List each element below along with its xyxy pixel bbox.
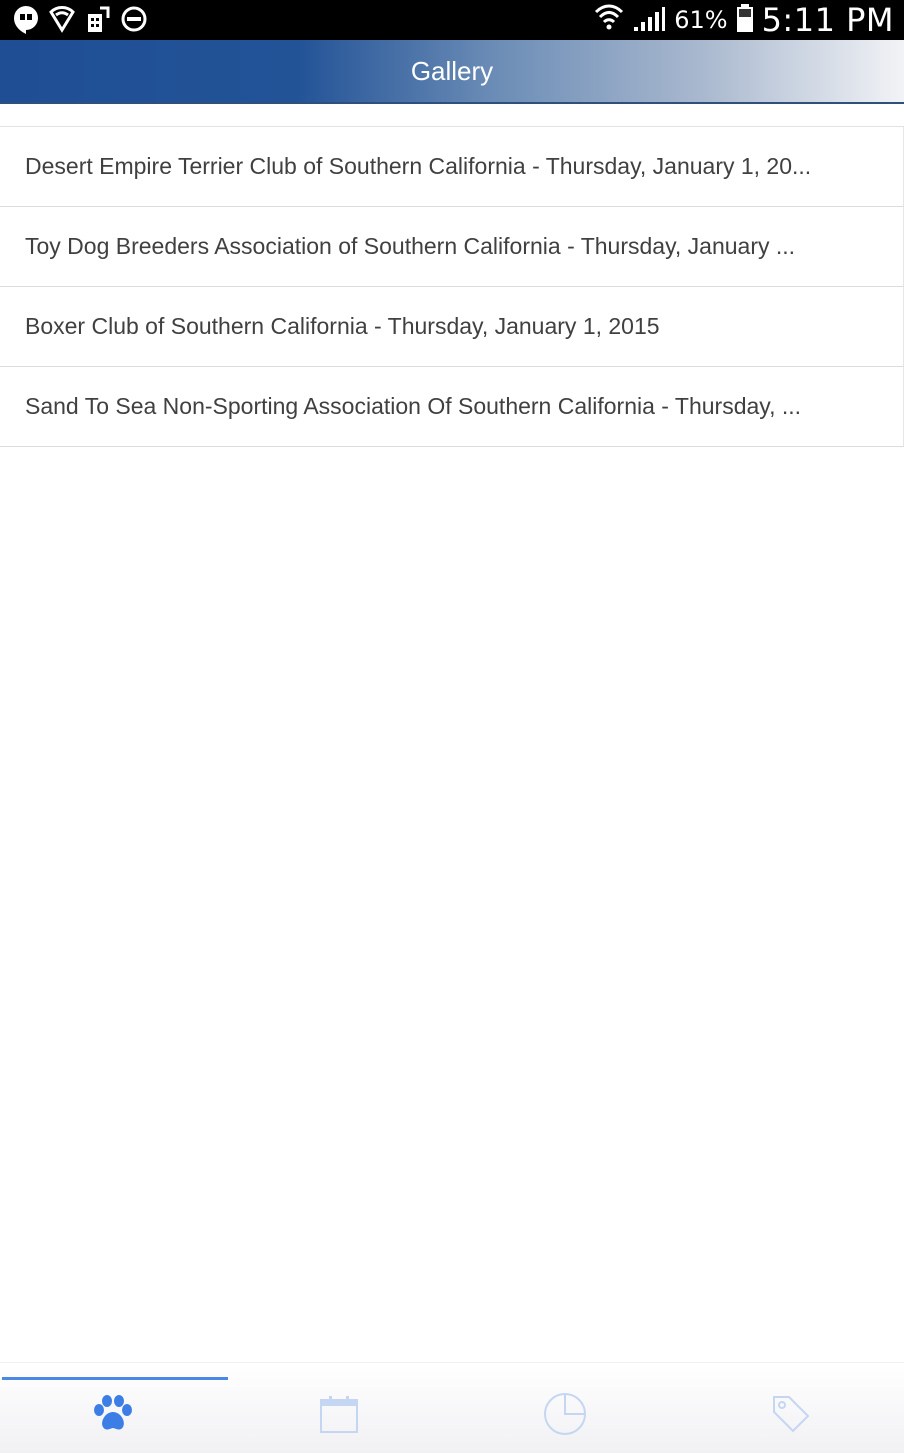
- list-item[interactable]: Toy Dog Breeders Association of Southern…: [0, 207, 904, 287]
- calendar-icon: [319, 1378, 359, 1439]
- keypad-lock-icon: [84, 4, 112, 39]
- list-item-label: Toy Dog Breeders Association of Southern…: [25, 233, 796, 259]
- do-not-disturb-icon: [120, 4, 148, 39]
- tab-calendar[interactable]: [226, 1363, 452, 1453]
- wifi-shield-icon: [48, 4, 76, 39]
- battery-percent: 61%: [674, 6, 728, 34]
- hangouts-icon: [12, 4, 40, 39]
- page-title: Gallery: [410, 56, 494, 86]
- tab-paw[interactable]: [0, 1363, 228, 1453]
- wifi-icon: [594, 2, 624, 39]
- list-item-label: Boxer Club of Southern California - Thur…: [25, 313, 660, 339]
- list-item[interactable]: Sand To Sea Non-Sporting Association Of …: [0, 367, 904, 447]
- tag-icon: [771, 1378, 811, 1439]
- signal-icon: [632, 3, 666, 38]
- list-item[interactable]: Desert Empire Terrier Club of Southern C…: [0, 127, 904, 207]
- tab-tags[interactable]: [678, 1363, 904, 1453]
- list-item[interactable]: Boxer Club of Southern California - Thur…: [0, 287, 904, 367]
- pie-chart-icon: [542, 1376, 588, 1441]
- tab-bar: [0, 1362, 904, 1453]
- list-item-label: Desert Empire Terrier Club of Southern C…: [25, 153, 812, 179]
- paw-icon: [91, 1378, 135, 1439]
- tab-stats[interactable]: [452, 1363, 678, 1453]
- gallery-list: Desert Empire Terrier Club of Southern C…: [0, 126, 904, 447]
- status-time: 5:11 PM: [761, 1, 894, 39]
- battery-icon: [736, 3, 754, 38]
- status-right-icons: 61% 5:11 PM: [594, 0, 894, 40]
- status-bar: 61% 5:11 PM: [0, 0, 904, 40]
- app-header: Gallery: [0, 40, 904, 104]
- status-left-icons: [12, 4, 148, 39]
- list-item-label: Sand To Sea Non-Sporting Association Of …: [25, 393, 802, 419]
